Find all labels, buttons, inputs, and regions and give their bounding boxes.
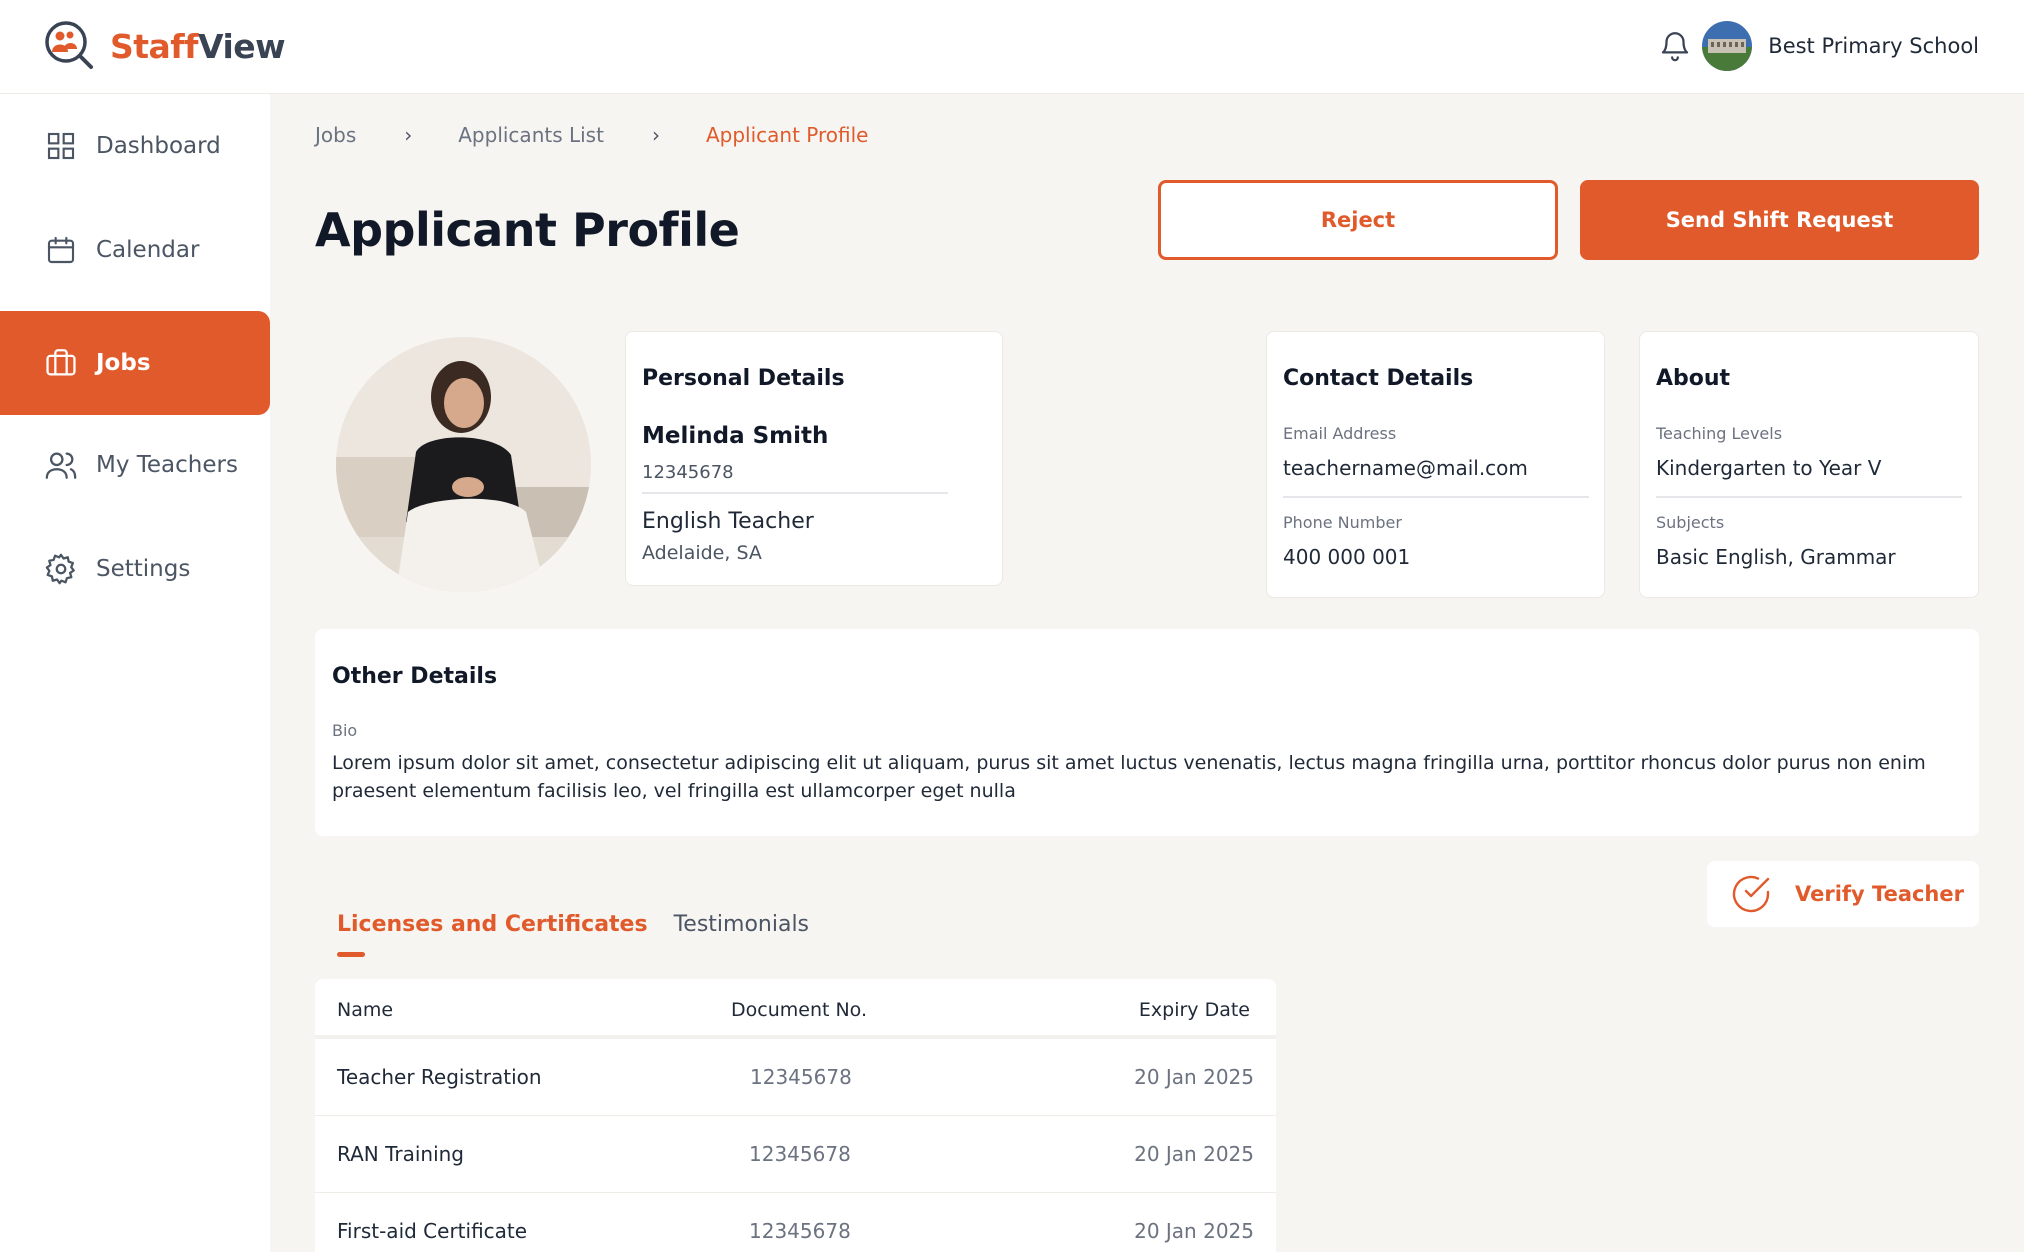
users-icon [44,448,78,482]
sidebar-item-label: Settings [96,556,191,582]
table-row[interactable]: First-aid Certificate 12345678 20 Jan 20… [315,1193,1276,1252]
cell-document-no: 12345678 [749,1219,851,1243]
cell-name: Teacher Registration [337,1065,542,1089]
licenses-table: Name Document No. Expiry Date Teacher Re… [315,979,1276,1252]
breadcrumb-current: Applicant Profile [705,123,869,147]
cell-expiry-date: 20 Jan 2025 [1134,1142,1254,1166]
teaching-levels-value: Kindergarten to Year V [1656,456,1882,480]
reject-button[interactable]: Reject [1158,180,1558,260]
sidebar-item-label: Calendar [96,237,200,263]
header-account: Best Primary School [1658,20,1979,72]
email-label: Email Address [1283,424,1397,443]
phone-value[interactable]: 400 000 001 [1283,545,1410,569]
breadcrumb-applicants-list[interactable]: Applicants List [458,123,604,147]
contact-details-title: Contact Details [1283,366,1474,391]
logo-search-person-icon [45,21,93,69]
tabs: Licenses and Certificates Testimonials [337,912,809,958]
cell-expiry-date: 20 Jan 2025 [1134,1065,1254,1089]
bio-label: Bio [332,721,358,740]
applicant-location: Adelaide, SA [642,542,762,564]
sidebar-item-jobs[interactable]: Jobs [0,311,270,415]
applicant-role: English Teacher [642,509,814,534]
personal-details-title: Personal Details [642,366,845,391]
sidebar-item-label: Dashboard [96,133,221,159]
breadcrumb: Jobs › Applicants List › Applicant Profi… [315,120,868,150]
logo-text-part2: View [198,26,286,66]
school-name[interactable]: Best Primary School [1768,34,1979,58]
breadcrumb-jobs[interactable]: Jobs [315,123,356,147]
applicant-id: 12345678 [642,462,734,483]
divider [1656,496,1962,498]
sidebar: Dashboard Calendar Jobs My Teachers Sett… [0,94,270,1252]
gear-icon [44,552,78,586]
divider [1283,496,1589,498]
chevron-right-icon: › [404,123,413,147]
subjects-value: Basic English, Grammar [1656,545,1896,569]
phone-label: Phone Number [1283,513,1402,532]
verify-teacher-button[interactable]: Verify Teacher [1707,861,1979,927]
tab-testimonials[interactable]: Testimonials [674,912,809,958]
cell-document-no: 12345678 [750,1065,852,1089]
calendar-icon [44,233,78,267]
personal-details-card: Personal Details Melinda Smith 12345678 … [625,331,1003,586]
about-card: About Teaching Levels Kindergarten to Ye… [1639,331,1979,598]
briefcase-icon [44,346,78,380]
divider [642,492,948,494]
school-avatar[interactable] [1702,21,1753,71]
active-tab-indicator [337,952,365,957]
tab-licenses-certificates[interactable]: Licenses and Certificates [337,912,648,958]
chevron-right-icon: › [651,123,660,147]
cell-name: First-aid Certificate [337,1219,528,1243]
verify-teacher-label: Verify Teacher [1795,882,1964,906]
app-logo[interactable]: StaffView [44,20,286,72]
other-details-card: Other Details Bio Lorem ipsum dolor sit … [315,629,1979,836]
subjects-label: Subjects [1656,513,1725,532]
cell-expiry-date: 20 Jan 2025 [1134,1219,1254,1243]
logo-text-part1: Staff [110,26,199,66]
bio-text: Lorem ipsum dolor sit amet, consectetur … [332,752,1926,802]
sidebar-item-my-teachers[interactable]: My Teachers [0,413,270,517]
sidebar-item-calendar[interactable]: Calendar [0,198,270,302]
table-row[interactable]: Teacher Registration 12345678 20 Jan 202… [315,1039,1276,1116]
cell-document-no: 12345678 [749,1142,851,1166]
sidebar-item-settings[interactable]: Settings [0,517,270,621]
teaching-levels-label: Teaching Levels [1656,424,1783,443]
cell-name: RAN Training [337,1142,465,1166]
column-header-name: Name [337,999,394,1021]
applicant-photo [336,337,591,592]
page-title: Applicant Profile [315,203,740,257]
table-row[interactable]: RAN Training 12345678 20 Jan 2025 [315,1116,1276,1193]
contact-details-card: Contact Details Email Address teachernam… [1266,331,1605,598]
logo-text: StaffView [110,26,286,66]
column-header-expiry-date: Expiry Date [1138,999,1250,1021]
about-title: About [1656,366,1731,391]
top-header: StaffView Best Primary School [0,0,2024,94]
sidebar-item-dashboard[interactable]: Dashboard [0,94,270,198]
email-value[interactable]: teachername@mail.com [1283,456,1528,480]
bell-icon[interactable] [1658,29,1692,63]
check-circle-icon [1732,875,1770,913]
grid-icon [44,129,78,163]
sidebar-item-label: Jobs [96,350,151,376]
sidebar-item-label: My Teachers [96,452,238,478]
applicant-name: Melinda Smith [642,423,829,449]
column-header-document-no: Document No. [731,999,868,1021]
send-shift-request-button[interactable]: Send Shift Request [1580,180,1979,260]
other-details-title: Other Details [332,664,498,689]
